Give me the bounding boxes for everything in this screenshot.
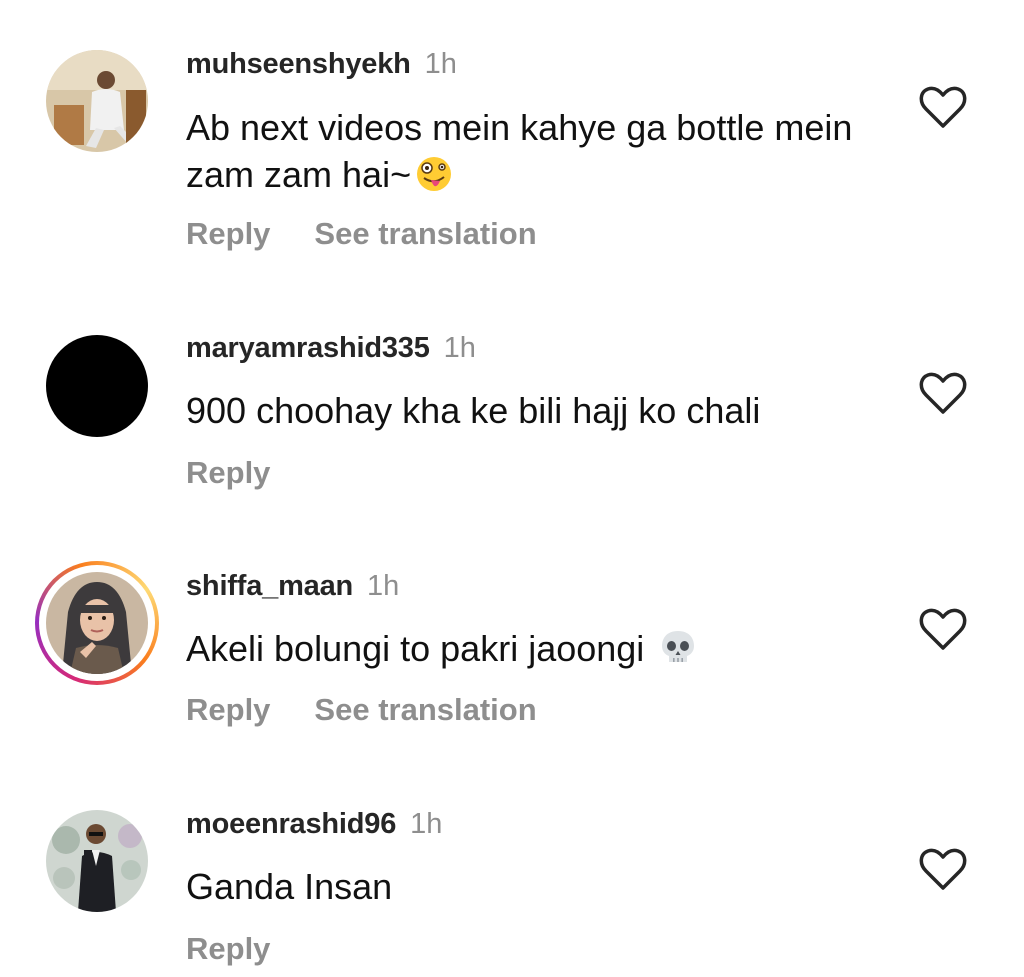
avatar[interactable] [46, 810, 148, 912]
heart-outline-icon[interactable] [918, 606, 968, 652]
comment-text: Ab next videos mein kahye ga bottle mein… [186, 104, 886, 204]
avatar[interactable] [46, 335, 148, 437]
zany-face-icon [415, 155, 453, 204]
comment-text: Ganda Insan [186, 863, 886, 910]
comment-text: Akeli bolungi to pakri jaoongi [186, 625, 886, 678]
username[interactable]: shiffa_maan [186, 570, 353, 602]
reply-button[interactable]: Reply [186, 455, 270, 490]
comment-actions: Reply See translation [186, 216, 537, 252]
timestamp: 1h [443, 332, 476, 364]
comment-header: moeenrashid96 1h [186, 808, 442, 841]
see-translation-button[interactable]: See translation [314, 692, 536, 727]
username[interactable]: moeenrashid96 [186, 808, 396, 840]
username[interactable]: maryamrashid335 [186, 332, 430, 364]
comment-body: Ganda Insan [186, 866, 393, 907]
heart-outline-icon[interactable] [918, 846, 968, 892]
heart-outline-icon[interactable] [918, 84, 968, 130]
avatar[interactable] [46, 572, 148, 674]
timestamp: 1h [424, 48, 457, 80]
comment-text: 900 choohay kha ke bili hajj ko chali [186, 387, 886, 434]
comment-body: Akeli bolungi to pakri jaoongi [186, 628, 645, 669]
see-translation-button[interactable]: See translation [314, 216, 536, 251]
comment-actions: Reply [186, 931, 270, 967]
reply-button[interactable]: Reply [186, 216, 270, 251]
timestamp: 1h [410, 808, 443, 840]
avatar[interactable] [46, 50, 148, 152]
story-ring[interactable] [35, 561, 159, 685]
reply-button[interactable]: Reply [186, 692, 270, 727]
comment-actions: Reply See translation [186, 692, 537, 728]
heart-outline-icon[interactable] [918, 370, 968, 416]
comment-body: 900 choohay kha ke bili hajj ko chali [186, 390, 761, 431]
comment-header: maryamrashid335 1h [186, 332, 476, 365]
reply-button[interactable]: Reply [186, 931, 270, 966]
username[interactable]: muhseenshyekh [186, 48, 411, 80]
comment-actions: Reply [186, 455, 270, 491]
comment-header: muhseenshyekh 1h [186, 48, 457, 81]
skull-icon [658, 627, 698, 678]
timestamp: 1h [367, 570, 400, 602]
comment-body: Ab next videos mein kahye ga bottle mein… [186, 107, 853, 195]
comment-header: shiffa_maan 1h [186, 570, 399, 603]
